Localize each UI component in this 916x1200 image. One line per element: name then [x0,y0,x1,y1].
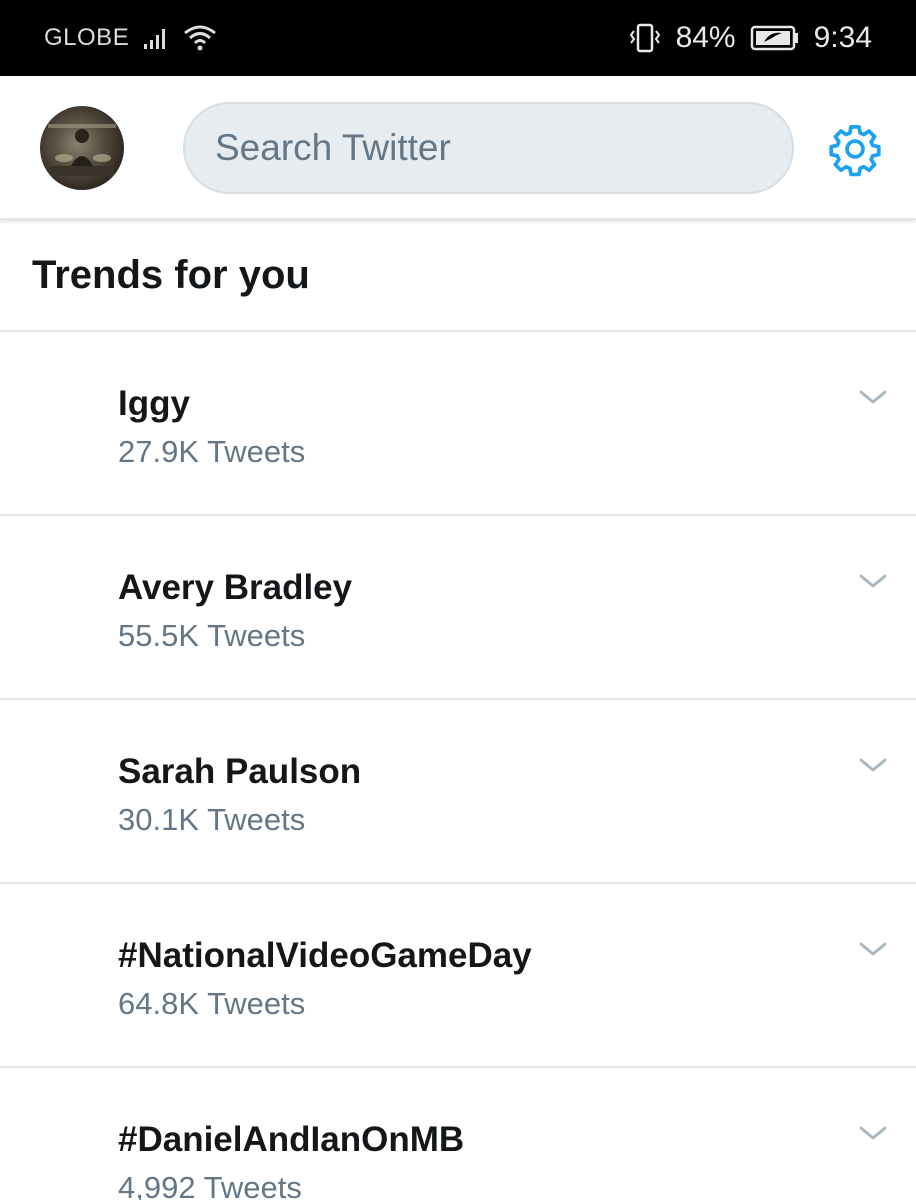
trend-name: Iggy [118,384,190,423]
section-title: Trends for you [0,220,916,332]
trend-tweet-count: 30.1K Tweets [118,802,306,837]
battery-icon [750,25,800,51]
trend-tweet-count: 64.8K Tweets [118,986,306,1021]
status-bar-left: GLOBE [44,24,217,52]
chevron-down-icon[interactable] [858,570,888,592]
trend-item[interactable]: #DanielAndIanOnMB 4,992 Tweets [0,1068,916,1200]
trend-tweet-count: 4,992 Tweets [118,1170,302,1200]
clock-time: 9:34 [813,21,872,54]
trend-item[interactable]: Sarah Paulson 30.1K Tweets [0,700,916,884]
search-input[interactable]: Search Twitter [183,102,794,194]
trend-name: Sarah Paulson [118,752,362,791]
trend-list: Iggy 27.9K Tweets Avery Bradley 55.5K Tw… [0,332,916,1200]
trend-item[interactable]: Iggy 27.9K Tweets [0,332,916,516]
trend-tweet-count: 27.9K Tweets [118,434,306,469]
search-placeholder: Search Twitter [215,127,451,168]
trend-name: Avery Bradley [118,568,353,607]
trend-item[interactable]: Avery Bradley 55.5K Tweets [0,516,916,700]
carrier-label: GLOBE [44,24,130,51]
wifi-icon [183,24,217,52]
signal-icon [143,26,169,50]
settings-gear-icon[interactable] [826,120,884,178]
trend-item[interactable]: #NationalVideoGameDay 64.8K Tweets [0,884,916,1068]
trend-name: #NationalVideoGameDay [118,936,532,975]
avatar[interactable] [40,106,124,190]
status-bar-right: 84% 9:34 [628,21,872,55]
chevron-down-icon[interactable] [858,1122,888,1144]
trend-name: #DanielAndIanOnMB [118,1120,465,1159]
trend-tweet-count: 55.5K Tweets [118,618,306,653]
status-bar: GLOBE 84% 9:34 [0,0,916,76]
app-header: Search Twitter [0,76,916,220]
chevron-down-icon[interactable] [858,754,888,776]
chevron-down-icon[interactable] [858,386,888,408]
vibrate-icon [628,23,662,53]
chevron-down-icon[interactable] [858,938,888,960]
battery-percent: 84% [675,21,736,54]
